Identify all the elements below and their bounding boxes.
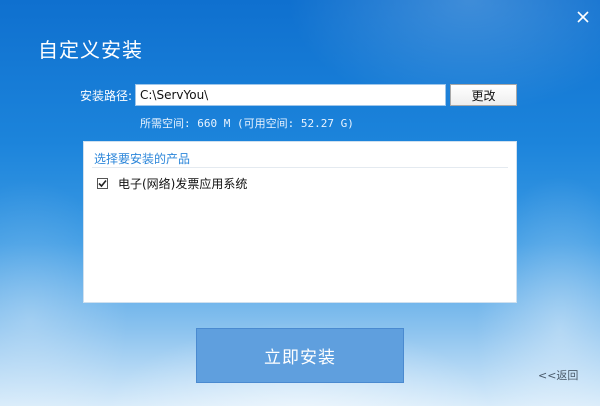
panel-divider [92, 167, 508, 168]
installer-window: 自定义安装 安装路径: 更改 所需空间: 660 M (可用空间: 52.27 … [0, 0, 600, 406]
checkmark-icon [98, 179, 107, 187]
install-now-button[interactable]: 立即安装 [196, 328, 404, 383]
window-title: 自定义安装 [38, 38, 143, 62]
product-panel-title: 选择要安装的产品 [94, 152, 191, 166]
install-path-label: 安装路径: [80, 89, 133, 103]
product-selection-panel: 选择要安装的产品 电子(网络)发票应用系统 [83, 141, 517, 303]
product-item[interactable]: 电子(网络)发票应用系统 [97, 175, 247, 191]
disk-space-info: 所需空间: 660 M (可用空间: 52.27 G) [140, 117, 354, 130]
close-button[interactable] [574, 8, 592, 26]
change-path-button[interactable]: 更改 [450, 84, 517, 106]
close-icon [577, 11, 589, 23]
install-path-input[interactable] [135, 84, 446, 106]
product-label: 电子(网络)发票应用系统 [118, 176, 248, 191]
back-link[interactable]: <<返回 [538, 367, 578, 383]
product-checkbox[interactable] [97, 177, 108, 189]
